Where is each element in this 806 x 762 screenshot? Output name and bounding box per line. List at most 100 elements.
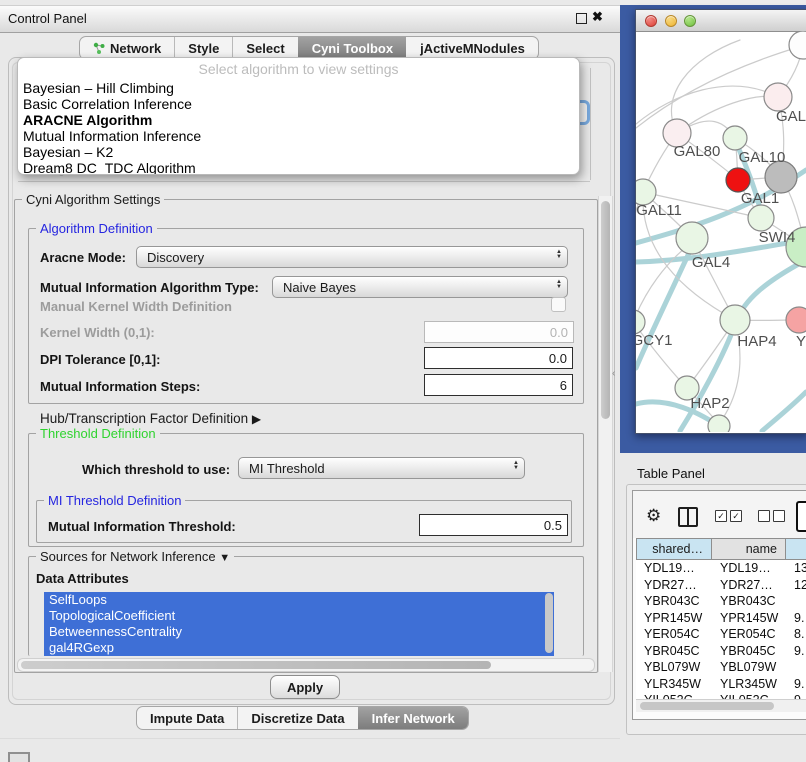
table-row[interactable]: YLR345WYLR345W9.: [636, 676, 806, 693]
checked-checkbox-icon[interactable]: ✓: [715, 510, 727, 522]
tab-infer-network[interactable]: Infer Network: [358, 707, 468, 729]
table-row[interactable]: YPR145WYPR145W9.: [636, 610, 806, 627]
table-row[interactable]: YBR043CYBR043C: [636, 593, 806, 610]
combo-arrows-icon: ▲▼: [556, 250, 562, 260]
tab-style[interactable]: Style: [174, 37, 232, 59]
thin-edge: [677, 96, 778, 133]
columns-icon[interactable]: [678, 507, 698, 527]
node-label: SWI4: [759, 229, 796, 246]
column-header[interactable]: name: [712, 538, 786, 560]
network-node[interactable]: [789, 31, 806, 59]
table-horizontal-scrollbar[interactable]: [636, 699, 806, 712]
background-groupbox-border: [590, 68, 591, 180]
thin-edge: [636, 86, 778, 124]
node-label: HAP4: [737, 333, 776, 350]
mi-type-label: Mutual Information Algorithm Type:: [40, 280, 259, 295]
kernel-width-field[interactable]: 0.0: [424, 321, 574, 343]
zoom-traffic-light-icon[interactable]: [684, 15, 696, 27]
table-cell: YER054C: [636, 627, 712, 641]
network-node[interactable]: [708, 415, 730, 432]
node-label: GAL4: [692, 254, 730, 271]
network-node-gcy1[interactable]: [636, 310, 645, 334]
minimized-icon[interactable]: [8, 752, 30, 762]
mi-algorithm-type-select[interactable]: Naive Bayes ▲▼: [272, 276, 568, 298]
tab-cyni-toolbox[interactable]: Cyni Toolbox: [298, 37, 406, 59]
network-node-swi4[interactable]: [748, 205, 774, 231]
table-body: YDL19…YDL19…13YDR27…YDR27…12YBR043CYBR04…: [636, 560, 806, 701]
network-node-gal10[interactable]: [723, 126, 747, 150]
algorithm-option[interactable]: Bayesian – Hill Climbing: [18, 80, 579, 96]
network-node-gal[interactable]: [764, 83, 792, 111]
bottom-tab-bar: Impute DataDiscretize DataInfer Network: [136, 706, 469, 730]
table-row[interactable]: YDR27…YDR27…12: [636, 577, 806, 594]
network-node-gal4[interactable]: [676, 222, 708, 254]
table-cell: YPR145W: [636, 611, 712, 625]
attributes-list-scrollbar[interactable]: [545, 593, 553, 653]
which-threshold-select[interactable]: MI Threshold ▲▼: [238, 457, 525, 479]
sources-title[interactable]: Sources for Network Inference ▼: [36, 549, 234, 564]
thick-edge: [762, 392, 806, 431]
algorithm-option[interactable]: Basic Correlation Inference: [18, 96, 579, 112]
column-header[interactable]: [786, 538, 806, 560]
float-window-icon[interactable]: [576, 13, 587, 24]
network-node-gal1[interactable]: [726, 168, 750, 192]
settings-vertical-scrollbar[interactable]: [598, 196, 613, 672]
network-view-window: GALGAL80GAL10GAL1GAL11SWI4GAL4GCY1HAP4YH…: [635, 9, 806, 434]
attribute-item-selected[interactable]: TopologicalCoefficient: [44, 608, 554, 624]
splitter-collapse-icon[interactable]: ‹: [612, 368, 615, 379]
attribute-item-selected[interactable]: gal4RGexp: [44, 640, 554, 656]
table-row[interactable]: YER054CYER054C8.: [636, 626, 806, 643]
tab-discretize-data[interactable]: Discretize Data: [237, 707, 357, 729]
table-cell: YBR043C: [636, 594, 712, 608]
expander-right-arrow-icon: ▶: [252, 412, 261, 426]
algorithm-option[interactable]: Mutual Information Inference: [18, 128, 579, 144]
unchecked-checkbox-icon[interactable]: [773, 510, 785, 522]
control-panel-titlebar: [0, 5, 620, 33]
settings-horizontal-scrollbar[interactable]: [17, 658, 595, 672]
table-row[interactable]: YBR045CYBR045C9.: [636, 643, 806, 660]
unchecked-checkbox-icon[interactable]: [758, 510, 770, 522]
manual-kernel-checkbox[interactable]: [551, 297, 566, 312]
apply-button[interactable]: Apply: [270, 675, 340, 699]
table-cell: YLR345W: [712, 677, 786, 691]
close-traffic-light-icon[interactable]: [645, 15, 657, 27]
document-icon[interactable]: [796, 501, 806, 532]
algorithm-option[interactable]: Dream8 DC_TDC Algorithm: [18, 160, 579, 175]
checked-checkbox-icon[interactable]: ✓: [730, 510, 742, 522]
close-icon[interactable]: ✖: [592, 9, 603, 25]
tab-impute-data[interactable]: Impute Data: [137, 707, 237, 729]
mi-steps-field[interactable]: 6: [424, 374, 573, 396]
table-cell: YDL19…: [712, 561, 786, 575]
cyni-settings-title: Cyni Algorithm Settings: [22, 192, 164, 207]
attribute-item-selected[interactable]: BetweennessCentrality: [44, 624, 554, 640]
gear-icon[interactable]: ⚙: [646, 506, 661, 526]
tab-select[interactable]: Select: [232, 37, 297, 59]
hub-definition-expander[interactable]: Hub/Transcription Factor Definition ▶: [40, 411, 261, 426]
algorithm-option[interactable]: Bayesian – K2: [18, 144, 579, 160]
dpi-tolerance-field[interactable]: 0.0: [424, 347, 573, 369]
network-graph-canvas[interactable]: GALGAL80GAL10GAL1GAL11SWI4GAL4GCY1HAP4YH…: [636, 31, 806, 432]
mi-threshold-label: Mutual Information Threshold:: [48, 519, 236, 534]
node-label: GAL1: [741, 190, 779, 207]
mi-threshold-field[interactable]: 0.5: [419, 514, 568, 536]
network-node-hap4[interactable]: [720, 305, 750, 335]
node-label: GAL: [776, 108, 806, 125]
tab-network[interactable]: Network: [80, 37, 174, 59]
table-window: ⚙ ✓ ✓ shared…name YDL19…YDL19…13YDR27…YD…: [632, 490, 806, 720]
table-row[interactable]: YDL19…YDL19…13: [636, 560, 806, 577]
background-groupbox-border-bottom: [18, 181, 590, 182]
table-cell: YER054C: [712, 627, 786, 641]
algorithm-option[interactable]: ARACNE Algorithm: [18, 112, 579, 128]
network-window-titlebar[interactable]: [636, 10, 806, 32]
table-cell: YBR045C: [712, 644, 786, 658]
algorithm-dropdown-placeholder: Select algorithm to view settings: [18, 58, 579, 80]
table-row[interactable]: YBL079WYBL079W: [636, 659, 806, 676]
aracne-mode-select[interactable]: Discovery ▲▼: [136, 246, 568, 268]
tab-jactivemnodules[interactable]: jActiveMNodules: [406, 37, 538, 59]
screenshot-root: Control Panel ✖ NetworkStyleSelectCyni T…: [0, 0, 806, 762]
attribute-item-selected[interactable]: SelfLoops: [44, 592, 554, 608]
table-cell: 12: [786, 578, 806, 592]
minimize-traffic-light-icon[interactable]: [665, 15, 677, 27]
column-header[interactable]: shared…: [636, 538, 712, 560]
network-node-y[interactable]: [786, 307, 806, 333]
